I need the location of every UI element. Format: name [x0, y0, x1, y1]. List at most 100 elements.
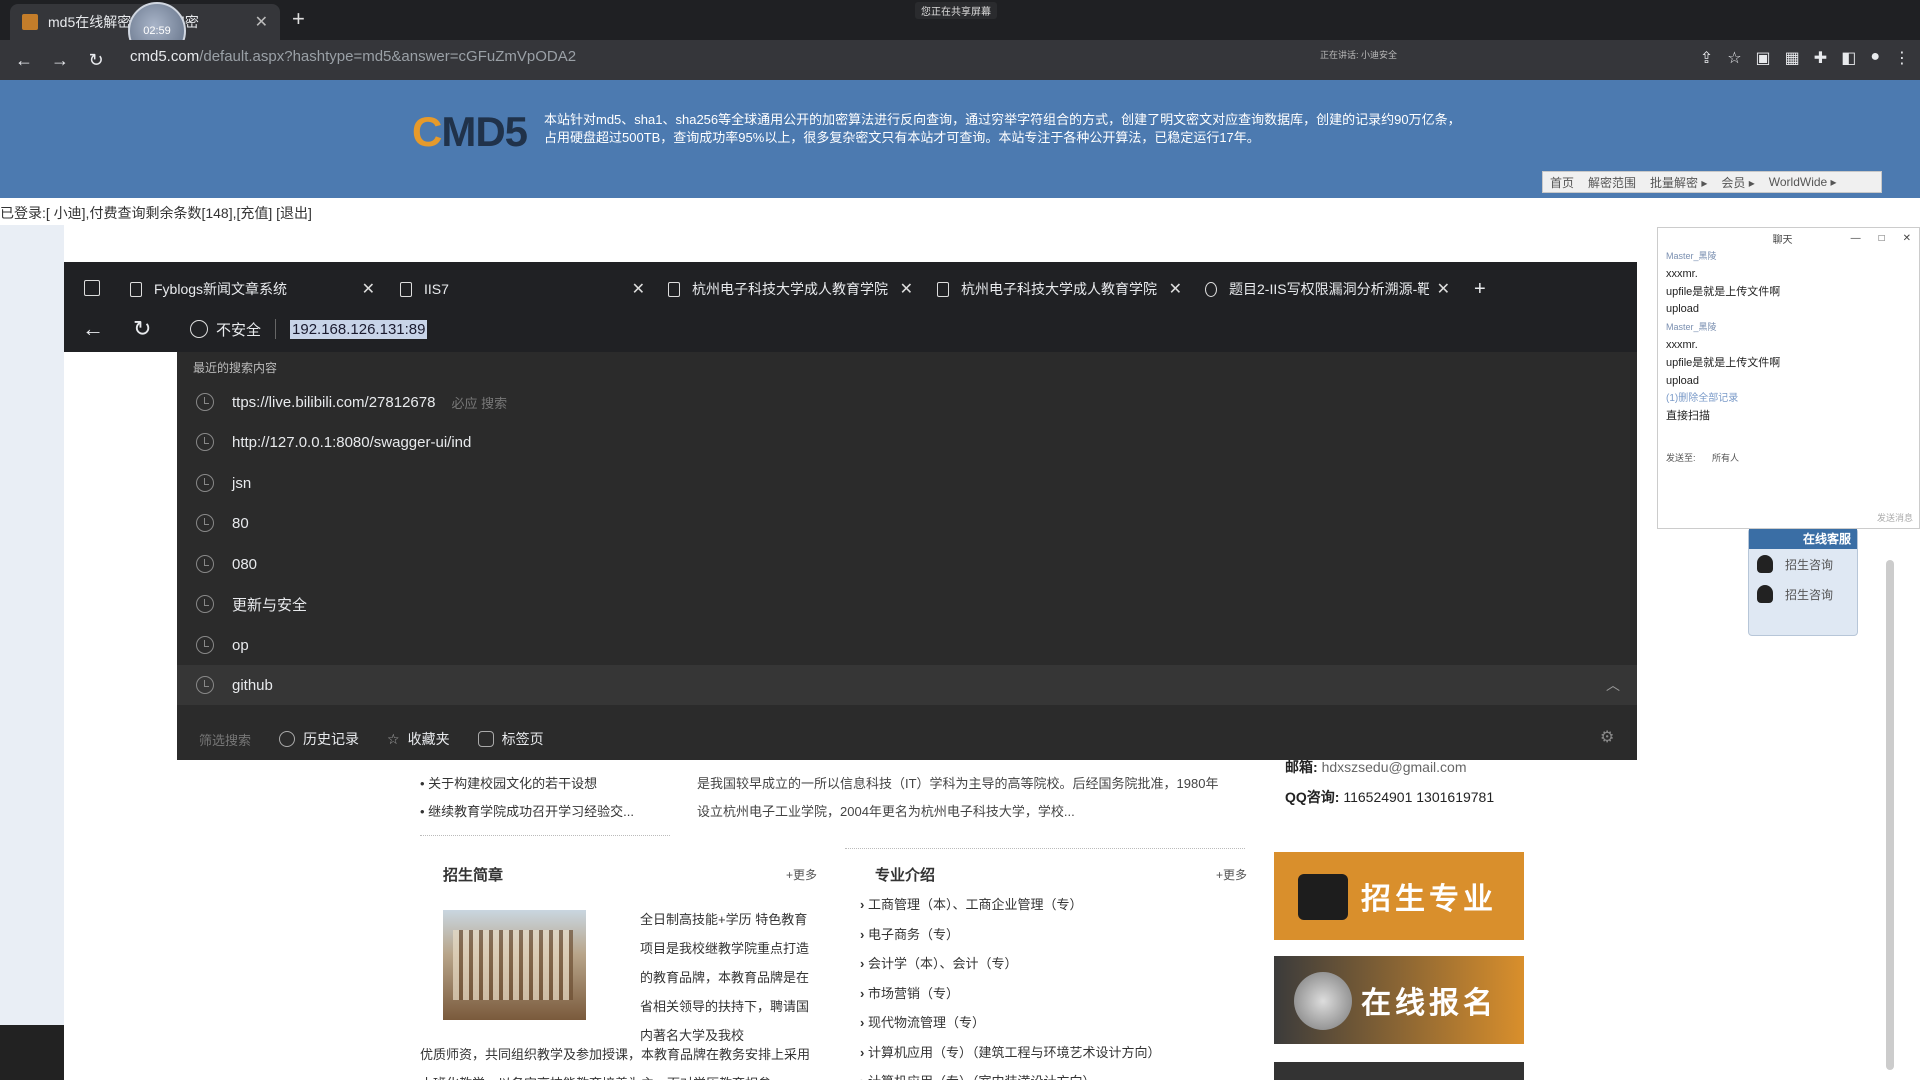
bookmark-star-icon[interactable]: ☆: [1727, 48, 1741, 68]
inner-tab-active[interactable]: 题目2-IIS写权限漏洞分析溯源-靶场 ✕: [1205, 272, 1450, 306]
not-secure-label[interactable]: 不安全: [216, 319, 261, 340]
enroll-major-banner[interactable]: 招生专业: [1274, 852, 1524, 940]
nav-home[interactable]: 首页: [1543, 174, 1581, 191]
inner-tab-title: Fyblogs新闻文章系统: [154, 281, 288, 297]
major-more-link[interactable]: +更多: [1216, 866, 1247, 883]
nav-worldwide[interactable]: WorldWide ▸: [1762, 175, 1844, 189]
inner-tab-title: 题目2-IIS写权限漏洞分析溯源-靶场: [1229, 281, 1429, 297]
history-filter-button[interactable]: 历史记录: [279, 729, 359, 749]
page-scrollbar[interactable]: [1886, 560, 1894, 1070]
inner-back-icon[interactable]: ←: [82, 316, 104, 342]
suggestion-item[interactable]: http://127.0.0.1:8080/swagger-ui/ind: [196, 422, 471, 462]
tabs-label: 标签页: [501, 731, 544, 747]
news-list: 关于构建校园文化的若干设想 继续教育学院成功召开学习经验交...: [420, 770, 634, 826]
page-left-margin: [0, 225, 64, 1080]
suggestion-item[interactable]: 080: [196, 544, 257, 584]
inner-tab[interactable]: 杭州电子科技大学成人教育学院 ✕: [937, 272, 1182, 306]
outer-tab-bar: md5在线解密 5解密加密 ✕ + 您正在共享屏幕: [0, 0, 1920, 40]
close-tab-icon[interactable]: ✕: [632, 279, 645, 299]
tab-actions-icon[interactable]: [84, 280, 100, 296]
profile-icon[interactable]: ●: [1870, 48, 1880, 68]
minimize-icon[interactable]: —: [1851, 233, 1861, 244]
close-tab-icon[interactable]: ✕: [255, 12, 268, 32]
chat-messages: Master_黑陵 xxxmr. upfile是就是上传文件啊 upload M…: [1658, 248, 1919, 426]
nav-batch[interactable]: 批量解密 ▸: [1643, 174, 1714, 191]
major-item[interactable]: 电子商务（专）: [860, 920, 1160, 950]
news-item[interactable]: 关于构建校园文化的若干设想: [420, 770, 634, 798]
inner-address-bar[interactable]: 不安全 192.168.126.131:89: [190, 316, 428, 342]
chat-sender: Master_黑陵: [1666, 322, 1717, 333]
divider: [275, 319, 277, 339]
suggestion-item[interactable]: jsn: [196, 463, 251, 503]
nav-scope[interactable]: 解密范围: [1581, 174, 1643, 191]
puzzle-icon[interactable]: ✚: [1814, 48, 1827, 68]
qq-consult-item[interactable]: 招生咨询: [1749, 549, 1857, 579]
enroll-bottom-text: 优质师资，共同组织教学及参加授课，本教育品牌在教务安排上采用小班化教学，以务实高…: [420, 1047, 811, 1080]
suggestion-item[interactable]: op: [196, 625, 249, 665]
chat-message: upload: [1666, 374, 1700, 387]
inner-new-tab-button[interactable]: +: [1474, 272, 1498, 306]
major-item[interactable]: 工商管理（本）、工商企业管理（专）: [860, 890, 1160, 920]
intro-line: 是我国较早成立的一所以信息科技（IT）学科为主导的高等院校。后经国务院批准，19…: [697, 776, 1219, 791]
close-tab-icon[interactable]: ✕: [362, 279, 375, 299]
settings-gear-icon[interactable]: ⚙: [1600, 727, 1614, 747]
inner-reload-icon[interactable]: ↻: [133, 316, 151, 342]
close-tab-icon[interactable]: ✕: [1169, 279, 1182, 299]
document-icon: [400, 281, 412, 297]
qq-value: 116524901 1301619781: [1343, 789, 1495, 805]
banner-third[interactable]: [1274, 1062, 1524, 1080]
tabs-filter-button[interactable]: 标签页: [477, 729, 544, 749]
suggestion-item[interactable]: ttps://live.bilibili.com/27812678 必应 搜索: [196, 382, 507, 422]
qq-label: QQ咨询:: [1285, 789, 1340, 805]
chat-link[interactable]: (1)删除全部记录: [1666, 390, 1911, 408]
major-item[interactable]: 市场营销（专）: [860, 979, 1160, 1009]
extension-icon[interactable]: ▣: [1756, 48, 1771, 68]
news-item[interactable]: 继续教育学院成功召开学习经验交...: [420, 798, 634, 826]
campus-building-image: [443, 910, 586, 1020]
chat-message: upload: [1666, 303, 1700, 316]
send-to-select[interactable]: 所有人: [1712, 453, 1739, 463]
close-tab-icon[interactable]: ✕: [900, 279, 913, 299]
major-item[interactable]: 计算机应用（专）（室内装潢设计方向）: [860, 1067, 1160, 1080]
qq-widget-title: 在线客服: [1749, 529, 1857, 549]
forward-arrow-icon[interactable]: →: [42, 50, 78, 71]
suggestion-item[interactable]: github: [196, 665, 273, 705]
reload-icon[interactable]: ↻: [78, 50, 114, 71]
new-tab-button[interactable]: +: [292, 6, 305, 32]
suggestion-text: http://127.0.0.1:8080/swagger-ui/ind: [232, 433, 472, 451]
globe-icon: [190, 320, 208, 338]
outer-address-bar[interactable]: cmd5.com/default.aspx?hashtype=md5&answe…: [130, 48, 576, 65]
send-to-label: 发送至:: [1666, 453, 1696, 463]
sidebar-icon[interactable]: ◧: [1841, 48, 1856, 68]
inner-tab[interactable]: Fyblogs新闻文章系统 ✕: [130, 272, 375, 306]
share-icon[interactable]: ⇪: [1700, 48, 1713, 68]
maximize-icon[interactable]: □: [1879, 233, 1885, 244]
favorites-filter-button[interactable]: ☆ 收藏夹: [387, 729, 450, 749]
close-tab-icon[interactable]: ✕: [1437, 279, 1450, 299]
major-item[interactable]: 计算机应用（专）（建筑工程与环境艺术设计方向）: [860, 1038, 1161, 1068]
inner-tab[interactable]: 杭州电子科技大学成人教育学院 ✕: [668, 272, 913, 306]
cmd5-logo[interactable]: CMD5: [412, 108, 528, 156]
inner-tab-title: 杭州电子科技大学成人教育学院: [692, 281, 888, 297]
inner-url-input[interactable]: 192.168.126.131:89: [290, 319, 428, 339]
enroll-more-link[interactable]: +更多: [786, 866, 817, 883]
major-item[interactable]: 会计学（本）、会计（专）: [860, 949, 1160, 979]
chat-send-to[interactable]: 发送至: 所有人: [1666, 451, 1739, 464]
extension2-icon[interactable]: ▦: [1785, 48, 1800, 68]
suggestion-text: op: [232, 636, 249, 654]
qq-consult-item[interactable]: 招生咨询: [1749, 579, 1857, 609]
nav-member[interactable]: 会员 ▸: [1714, 174, 1761, 191]
back-arrow-icon[interactable]: ←: [6, 50, 42, 71]
online-signup-banner[interactable]: 在线报名: [1274, 956, 1524, 1044]
menu-kebab-icon[interactable]: ⋮: [1894, 48, 1910, 68]
major-item[interactable]: 现代物流管理（专）: [860, 1008, 1160, 1038]
collapse-caret-icon[interactable]: ︿: [1606, 675, 1620, 695]
filter-search-label: 筛选搜索: [199, 732, 252, 748]
history-clock-icon: [196, 555, 214, 573]
suggestion-item[interactable]: 80: [196, 503, 249, 543]
server-icon: [1298, 874, 1348, 920]
inner-tab[interactable]: IIS7 ✕: [400, 272, 645, 306]
close-icon[interactable]: ✕: [1903, 233, 1911, 244]
suggestion-item[interactable]: 更新与安全: [196, 584, 307, 624]
email-label: 邮箱:: [1285, 759, 1318, 775]
